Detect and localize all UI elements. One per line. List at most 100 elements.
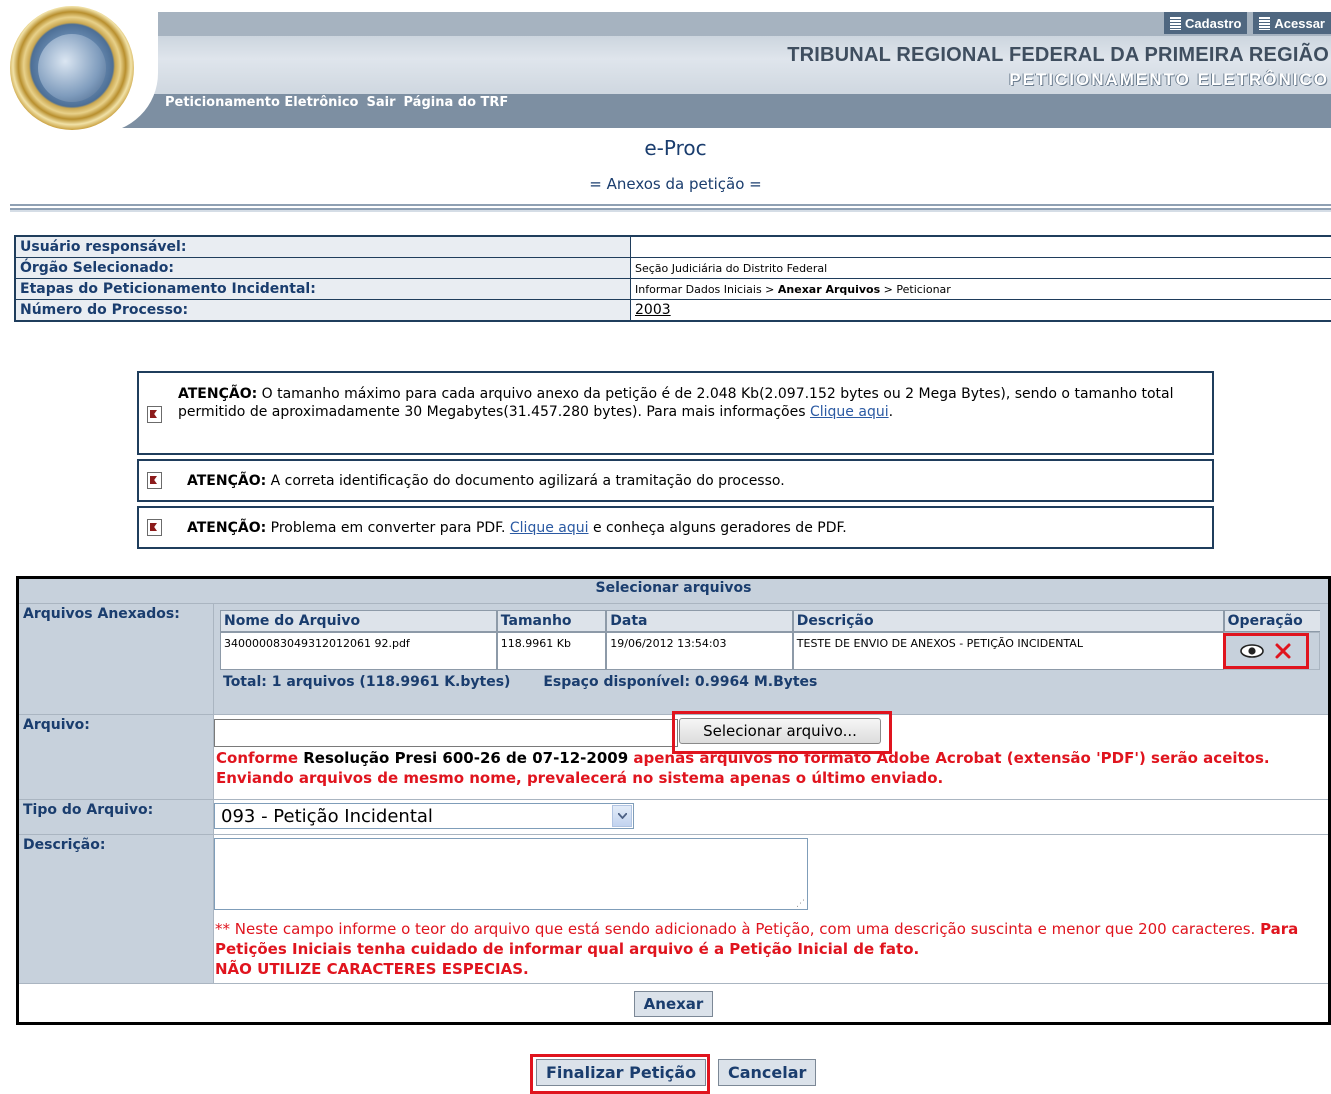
process-number-link[interactable]: 2003 [631, 300, 1331, 322]
attached-files-table: Nome do Arquivo Tamanho Data Descrição O… [220, 610, 1320, 670]
resolution-reference: Resolução Presi 600-26 de 07-12-2009 [303, 749, 628, 767]
document-icon [1259, 17, 1270, 30]
pdf-icon [147, 472, 162, 489]
acessar-label: Acessar [1274, 16, 1325, 31]
attached-files-panel: Nome do Arquivo Tamanho Data Descrição O… [214, 604, 1328, 696]
info-row: Etapas do Peticionamento Incidental: Inf… [15, 279, 1331, 300]
description-note-text: ** Neste campo informe o teor do arquivo… [215, 920, 1260, 938]
attention-end: e conheça alguns geradores de PDF. [589, 520, 847, 536]
attention-box-pdf: ATENÇÃO: Problema em converter para PDF.… [137, 506, 1214, 549]
resize-grip-icon[interactable]: ⋰ [796, 899, 805, 909]
finish-button-highlight: Finalizar Petição [530, 1054, 710, 1094]
attention-box-identification: ATENÇÃO: A correta identificação do docu… [137, 459, 1214, 502]
description-cell: ⋰ ** Neste campo informe o teor do arqui… [214, 835, 1330, 984]
file-operations-cell [1224, 632, 1320, 670]
file-path-input[interactable] [214, 719, 678, 747]
attention-prefix: ATENÇÃO: [187, 520, 266, 536]
finish-petition-button[interactable]: Finalizar Petição [536, 1059, 706, 1086]
file-type-select[interactable]: 093 - Petição Incidental [214, 803, 634, 829]
file-picker: Selecionar arquivo... [214, 718, 1328, 748]
column-header: Descrição [793, 610, 1224, 632]
header-top-band [0, 12, 1331, 36]
attachments-summary: Total: 1 arquivos (118.9961 K.bytes) Esp… [220, 670, 1320, 690]
description-textarea[interactable]: ⋰ [214, 838, 808, 910]
attention-text: ATENÇÃO: O tamanho máximo para cada arqu… [178, 385, 1203, 421]
file-type-value: 093 - Petição Incidental [221, 806, 433, 827]
cadastro-label: Cadastro [1185, 16, 1241, 31]
more-info-link[interactable]: Clique aqui [810, 404, 889, 420]
attached-files-cell: Nome do Arquivo Tamanho Data Descrição O… [214, 604, 1330, 715]
file-type-label: Tipo do Arquivo: [18, 800, 214, 835]
attachments-total: Total: 1 arquivos (118.9961 K.bytes) [223, 674, 510, 690]
description-label: Descrição: [18, 835, 214, 984]
page-title: = Anexos da petição = [0, 175, 1331, 193]
attach-files-form: Selecionar arquivos Arquivos Anexados: N… [16, 576, 1331, 1025]
attention-box-size: ATENÇÃO: O tamanho máximo para cada arqu… [137, 371, 1214, 455]
step-text: Informar Dados Iniciais > [635, 283, 778, 296]
available-space: Espaço disponível: 0.9964 M.Bytes [543, 674, 817, 690]
current-step: Anexar Arquivos [778, 283, 880, 296]
file-description-cell: TESTE DE ENVIO DE ANEXOS - PETIÇÃO INCID… [793, 632, 1224, 670]
attention-message: O tamanho máximo para cada arquivo anexo… [178, 386, 1174, 420]
file-date-cell: 19/06/2012 13:54:03 [606, 632, 793, 670]
court-name: TRIBUNAL REGIONAL FEDERAL DA PRIMEIRA RE… [787, 44, 1329, 67]
column-header: Operação [1224, 610, 1320, 632]
info-row: Número do Processo: 2003 [15, 300, 1331, 322]
info-row: Usuário responsável: [15, 236, 1331, 258]
site-header: Cadastro Acessar TRIBUNAL REGIONAL FEDER… [0, 0, 1331, 133]
info-value: Informar Dados Iniciais > Anexar Arquivo… [631, 279, 1331, 300]
attention-message: A correta identificação do documento agi… [266, 473, 784, 489]
pdf-icon [147, 519, 162, 536]
rule-text: Conforme [216, 749, 303, 767]
table-row: 340000083049312012061 92.pdf 118.9961 Kb… [220, 632, 1320, 670]
court-seal-logo [10, 6, 134, 130]
attention-text: ATENÇÃO: A correta identificação do docu… [187, 472, 785, 490]
nav-peticionamento[interactable]: Peticionamento Eletrônico [165, 95, 358, 110]
step-text: > Peticionar [880, 283, 951, 296]
attention-end: . [889, 404, 893, 420]
column-header: Tamanho [497, 610, 606, 632]
description-note: ** Neste campo informe o teor do arquivo… [214, 910, 1328, 979]
document-icon [1170, 17, 1181, 30]
attention-text: ATENÇÃO: Problema em converter para PDF.… [187, 519, 847, 537]
view-eye-icon[interactable] [1240, 644, 1264, 658]
attach-row: Anexar [18, 984, 1330, 1024]
file-type-cell: 093 - Petição Incidental [214, 800, 1330, 835]
process-info-table: Usuário responsável: Órgão Selecionado: … [14, 235, 1331, 322]
info-label: Etapas do Peticionamento Incidental: [15, 279, 631, 300]
cadastro-button[interactable]: Cadastro [1164, 12, 1247, 34]
attention-prefix: ATENÇÃO: [187, 473, 266, 489]
pdf-icon [147, 406, 162, 423]
attention-prefix: ATENÇÃO: [178, 386, 257, 402]
file-size-cell: 118.9961 Kb [497, 632, 606, 670]
top-navigation: Peticionamento Eletrônico Sair Página do… [165, 95, 508, 110]
attach-button[interactable]: Anexar [634, 991, 714, 1017]
info-label: Usuário responsável: [15, 236, 631, 258]
info-value: Seção Judiciária do Distrito Federal [631, 258, 1331, 279]
pdf-generators-link[interactable]: Clique aqui [510, 520, 589, 536]
chevron-down-icon[interactable] [612, 805, 632, 827]
form-section-title: Selecionar arquivos [18, 578, 1330, 604]
info-label: Número do Processo: [15, 300, 631, 322]
info-label: Órgão Selecionado: [15, 258, 631, 279]
column-header: Data [606, 610, 793, 632]
select-file-button[interactable]: Selecionar arquivo... [679, 718, 881, 744]
attached-files-label: Arquivos Anexados: [18, 604, 214, 715]
operations-highlight [1223, 633, 1309, 669]
file-name-cell: 340000083049312012061 92.pdf [220, 632, 497, 670]
column-header: Nome do Arquivo [220, 610, 497, 632]
info-row: Órgão Selecionado: Seção Judiciária do D… [15, 258, 1331, 279]
nav-sair[interactable]: Sair [366, 95, 395, 110]
file-rules-text: Conforme Resolução Presi 600-26 de 07-12… [214, 748, 1328, 788]
system-name: PETICIONAMENTO ELETRÔNICO [1009, 70, 1329, 90]
delete-x-icon[interactable] [1274, 642, 1292, 660]
table-header-row: Nome do Arquivo Tamanho Data Descrição O… [220, 610, 1320, 632]
cancel-button[interactable]: Cancelar [718, 1059, 816, 1086]
file-cell: Selecionar arquivo... Conforme Resolução… [214, 715, 1330, 800]
nav-pagina-trf[interactable]: Página do TRF [404, 95, 509, 110]
description-note-warning: NÃO UTILIZE CARACTERES ESPECIAS. [215, 960, 529, 978]
info-value [631, 236, 1331, 258]
app-title: e-Proc [0, 136, 1331, 160]
acessar-button[interactable]: Acessar [1253, 12, 1331, 34]
file-label: Arquivo: [18, 715, 214, 800]
